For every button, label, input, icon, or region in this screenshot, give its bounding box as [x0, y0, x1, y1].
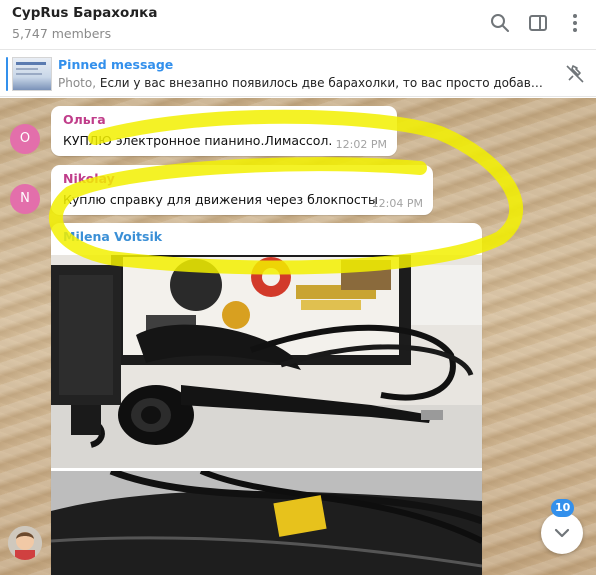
search-icon[interactable] — [489, 12, 511, 34]
pinned-thumbnail — [12, 57, 52, 91]
photo-curler-device[interactable] — [51, 255, 482, 468]
photo-curler-closeup[interactable] — [51, 471, 482, 575]
pinned-prefix: Photo, — [58, 76, 97, 90]
chat-header: CypRus Барахолка 5,747 members — [0, 0, 596, 50]
message-bubble[interactable]: Nikolay Куплю справку для движения через… — [51, 165, 433, 215]
member-count: 5,747 members — [12, 26, 112, 41]
chevron-down-icon — [554, 528, 570, 538]
pinned-text: Photo, Если у вас внезапно появилось две… — [58, 76, 543, 90]
sender-name[interactable]: Ольга — [63, 112, 106, 127]
photo-message-bubble[interactable]: Milena Voitsik — [51, 223, 482, 575]
user-avatar[interactable] — [8, 526, 42, 560]
message-bubble[interactable]: Ольга КУПЛЮ электронное пианино.Лимассол… — [51, 106, 397, 156]
message-time: 12:02 PM — [335, 138, 387, 151]
chat-title[interactable]: CypRus Барахолка — [12, 5, 157, 21]
avatar[interactable]: N — [10, 184, 40, 214]
scroll-to-bottom-button[interactable] — [541, 512, 583, 554]
message-text: Куплю справку для движения через блокпос… — [63, 192, 378, 207]
unread-count-badge: 10 — [551, 499, 575, 517]
pinned-indicator — [6, 57, 8, 91]
more-vertical-icon[interactable] — [564, 12, 586, 34]
unpin-icon[interactable] — [564, 63, 586, 85]
pinned-message-bar[interactable]: Pinned message Photo, Если у вас внезапн… — [0, 51, 596, 97]
sender-name[interactable]: Milena Voitsik — [63, 229, 162, 244]
message-list[interactable]: O Ольга КУПЛЮ электронное пианино.Лимасс… — [0, 98, 596, 575]
sender-name[interactable]: Nikolay — [63, 171, 115, 186]
pinned-label: Pinned message — [58, 57, 174, 72]
message-text: КУПЛЮ электронное пианино.Лимассол. — [63, 133, 333, 148]
sidebar-toggle-icon[interactable] — [527, 12, 549, 34]
message-time: 12:04 PM — [371, 197, 423, 210]
pinned-content: Если у вас внезапно появилось две барахо… — [99, 76, 543, 90]
avatar[interactable]: O — [10, 124, 40, 154]
